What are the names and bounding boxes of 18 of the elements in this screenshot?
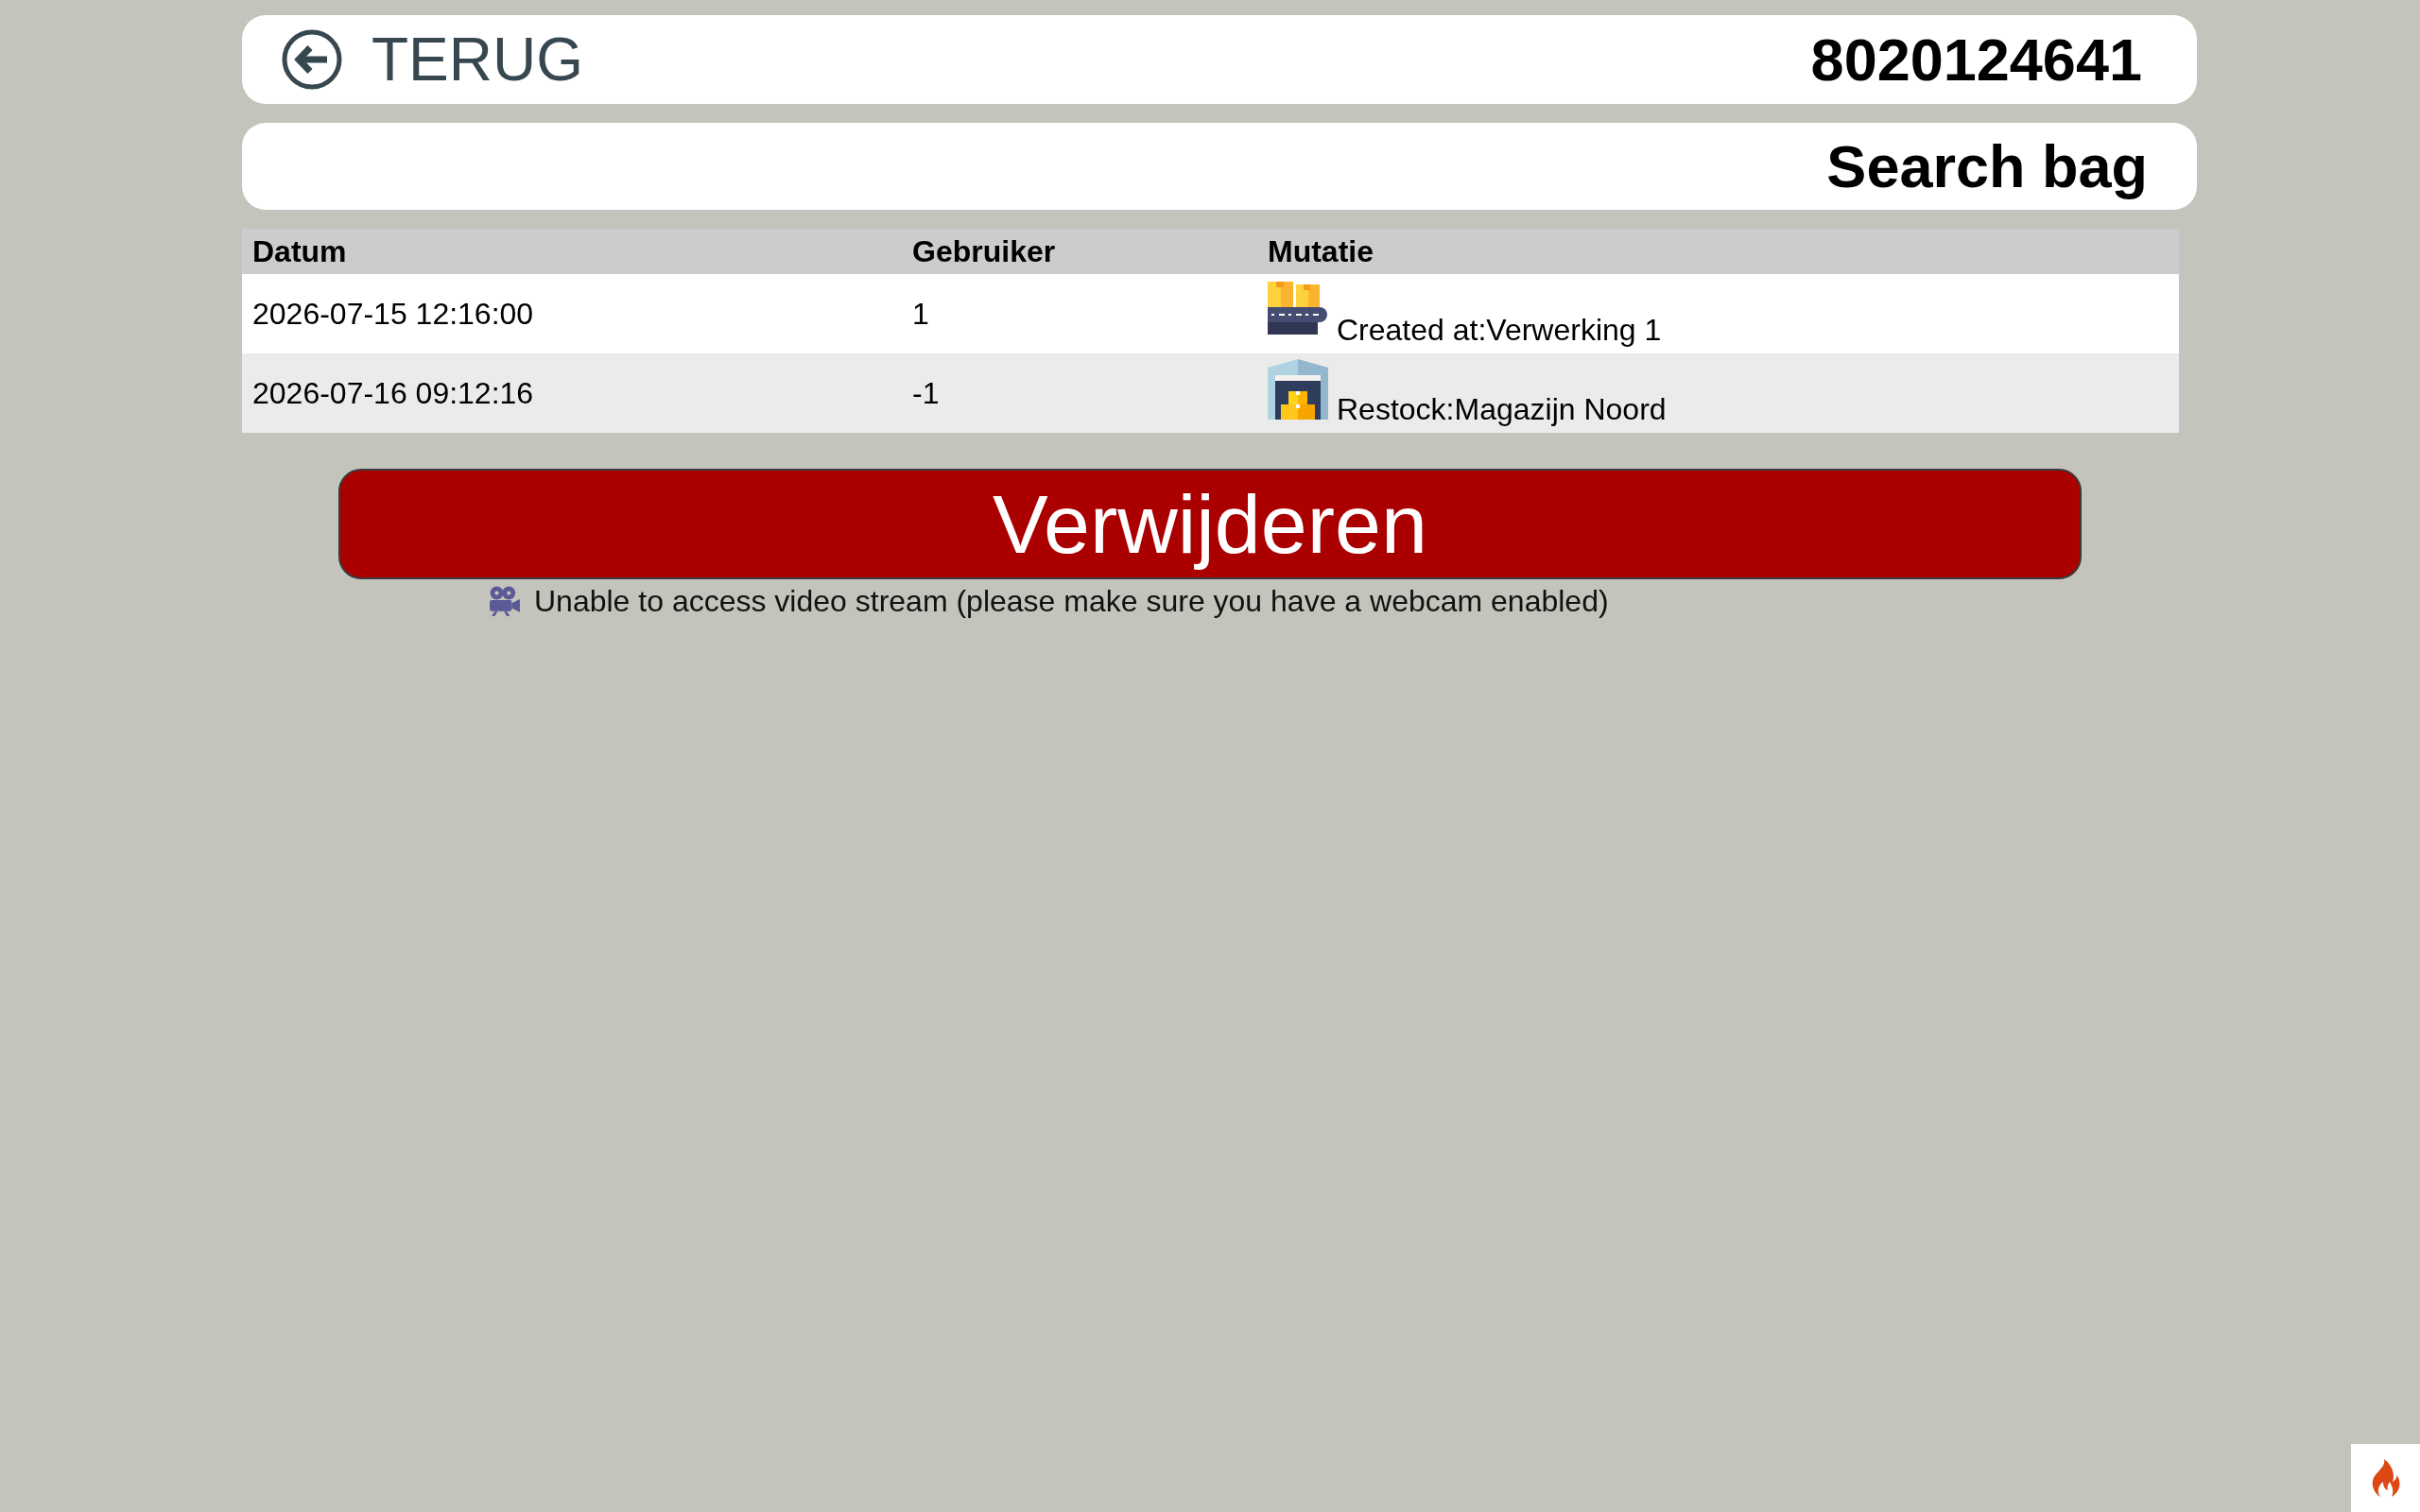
column-header: Gebruiker xyxy=(902,229,1257,274)
page-title: Search bag xyxy=(1826,131,2148,201)
column-header: Mutatie xyxy=(1257,229,2179,274)
debug-toolbar-button[interactable] xyxy=(2351,1444,2420,1512)
delete-button[interactable]: Verwijderen xyxy=(338,469,2082,579)
mutation-text: Created at:Verwerking 1 xyxy=(1337,313,1662,347)
back-link[interactable]: TERUG xyxy=(282,29,583,90)
bag-number: 8020124641 xyxy=(1810,29,2142,90)
table-cell: 2026-07-16 09:12:16 xyxy=(242,353,902,433)
table-cell: -1 xyxy=(902,353,1257,433)
flame-icon xyxy=(2370,1459,2401,1497)
table-cell: 1 xyxy=(902,274,1257,353)
warehouse-boxes-icon xyxy=(1268,359,1328,420)
mutation-text: Restock:Magazijn Noord xyxy=(1337,392,1667,426)
camera-error-message: Unable to access video stream (please make sure you have a webcam enabled) xyxy=(534,583,1609,619)
column-header: Datum xyxy=(242,229,902,274)
video-camera-icon xyxy=(489,586,521,616)
table-cell: 2026-07-15 12:16:00 xyxy=(242,274,902,353)
